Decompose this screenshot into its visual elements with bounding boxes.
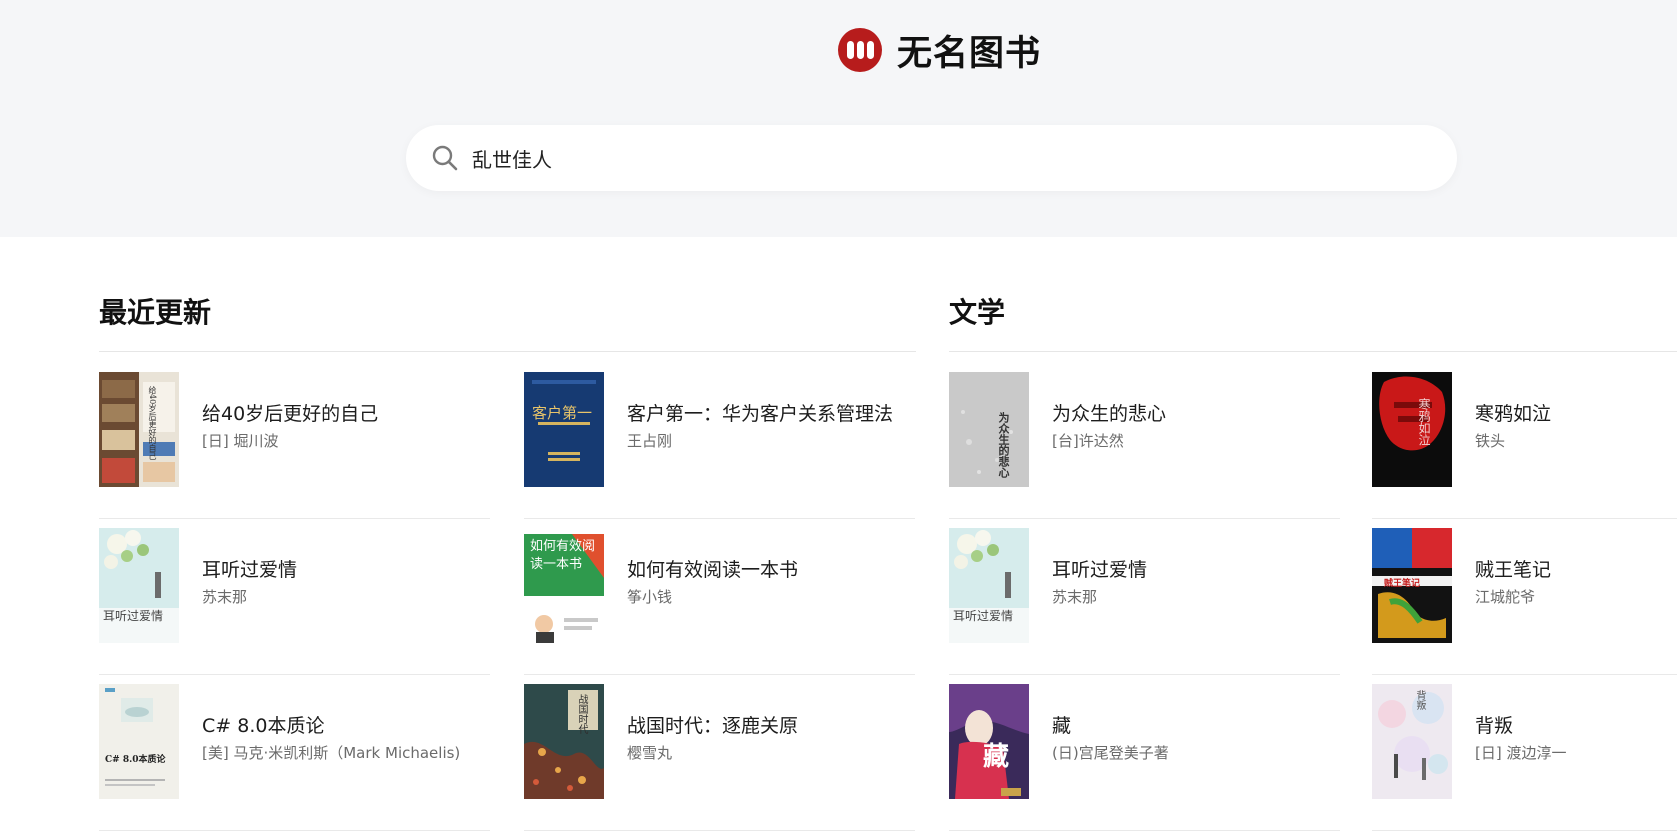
book-cover[interactable]: 藏: [949, 684, 1029, 799]
book-item[interactable]: 客户第一 客户第一：华为客户关系管理法 王占刚: [524, 362, 915, 519]
cover-text: 藏: [983, 742, 1010, 772]
book-author: 苏末那: [1052, 588, 1098, 606]
book-title[interactable]: 耳听过爱情: [202, 555, 297, 582]
cover-text: 寒鸦如泣: [1417, 398, 1431, 446]
header: 无名图书: [0, 0, 1677, 237]
cover-text: C# 8.0本质论: [105, 755, 166, 765]
section-divider: [99, 351, 916, 352]
book-title[interactable]: 背叛: [1475, 711, 1513, 738]
book-author: (日)宫尾登美子著: [1052, 744, 1169, 762]
book-item[interactable]: C# 8.0本质论 C# 8.0本质论 [美] 马克·米凯利斯（Mark Mic…: [99, 674, 490, 831]
book-author: [日] 堀川波: [202, 432, 279, 450]
book-cover[interactable]: 客户第一: [524, 372, 604, 487]
brand[interactable]: 无名图书: [838, 28, 1041, 74]
book-author: 苏末那: [202, 588, 248, 606]
cover-text: 为众生的悲心: [997, 412, 1010, 478]
book-title[interactable]: 藏: [1052, 711, 1071, 738]
book-title[interactable]: C# 8.0本质论: [202, 711, 324, 738]
section-title: 最近更新: [99, 296, 212, 329]
cover-text: 客户第一: [532, 404, 593, 422]
book-author: 樱雪丸: [627, 744, 673, 762]
book-title[interactable]: 战国时代：逐鹿关原: [627, 711, 798, 738]
book-cover[interactable]: 耳听过爱情: [949, 528, 1029, 643]
book-item[interactable]: 耳听过爱情 耳听过爱情 苏末那: [99, 518, 490, 675]
book-title[interactable]: 如何有效阅读一本书: [627, 555, 798, 582]
book-item[interactable]: 给40岁后更好的自己 给40岁后更好的自己 [日] 堀川波: [99, 362, 490, 519]
book-cover[interactable]: 耳听过爱情: [99, 528, 179, 643]
book-author: [美] 马克·米凯利斯（Mark Michaelis): [202, 744, 461, 762]
book-author: 王占刚: [627, 432, 673, 450]
book-item[interactable]: 背叛 背叛 [日] 渡边淳一: [1372, 674, 1677, 831]
search-bar: [406, 125, 1457, 191]
row-divider: [1372, 830, 1677, 831]
book-cover[interactable]: 为众生的悲心: [949, 372, 1029, 487]
book-item[interactable]: 战国时代 战国时代：逐鹿关原 樱雪丸: [524, 674, 915, 831]
row-divider: [99, 830, 490, 831]
book-title[interactable]: 贼王笔记: [1475, 555, 1551, 582]
book-item[interactable]: 如何有效阅读一本书 如何有效阅读一本书 筝小钱: [524, 518, 915, 675]
book-item[interactable]: 为众生的悲心 为众生的悲心 [台]许达然: [949, 362, 1340, 519]
book-title[interactable]: 为众生的悲心: [1052, 399, 1166, 426]
cover-text: 战国时代: [576, 694, 587, 734]
book-cover[interactable]: 贼王笔记: [1372, 528, 1452, 643]
cover-text: 耳听过爱情: [103, 609, 164, 623]
cover-text: 如何有效阅读一本书: [530, 539, 596, 572]
book-item[interactable]: 贼王笔记 贼王笔记 江城舵爷: [1372, 518, 1677, 675]
book-author: [日] 渡边淳一: [1475, 744, 1567, 762]
book-cover[interactable]: 给40岁后更好的自己: [99, 372, 179, 487]
book-title[interactable]: 给40岁后更好的自己: [202, 399, 378, 426]
cover-text: 耳听过爱情: [953, 609, 1014, 623]
search-input[interactable]: [472, 146, 1372, 170]
book-item[interactable]: 藏 藏 (日)宫尾登美子著: [949, 674, 1340, 831]
section-divider: [949, 351, 1677, 352]
book-cover[interactable]: 背叛: [1372, 684, 1452, 799]
book-title[interactable]: 寒鸦如泣: [1475, 399, 1551, 426]
book-author: 江城舵爷: [1475, 588, 1536, 606]
book-item[interactable]: 耳听过爱情 耳听过爱情 苏末那: [949, 518, 1340, 675]
logo-icon: [838, 28, 882, 72]
book-author: 筝小钱: [627, 588, 673, 606]
search-icon[interactable]: [430, 143, 460, 173]
row-divider: [949, 830, 1340, 831]
cover-text: 背叛: [1414, 690, 1425, 710]
book-cover[interactable]: 如何有效阅读一本书: [524, 528, 604, 643]
book-cover[interactable]: 寒鸦如泣: [1372, 372, 1452, 487]
book-cover[interactable]: 战国时代: [524, 684, 604, 799]
book-cover[interactable]: C# 8.0本质论: [99, 684, 179, 799]
brand-name: 无名图书: [897, 32, 1042, 74]
section-title: 文学: [949, 296, 1006, 329]
cover-text: 贼王笔记: [1384, 579, 1421, 589]
book-author: 铁头: [1475, 432, 1506, 450]
book-title[interactable]: 客户第一：华为客户关系管理法: [627, 399, 893, 426]
row-divider: [524, 830, 915, 831]
cover-text: 给40岁后更好的自己: [148, 386, 157, 461]
book-item[interactable]: 寒鸦如泣 寒鸦如泣 铁头: [1372, 362, 1677, 519]
book-title[interactable]: 耳听过爱情: [1052, 555, 1147, 582]
book-author: [台]许达然: [1052, 432, 1124, 450]
